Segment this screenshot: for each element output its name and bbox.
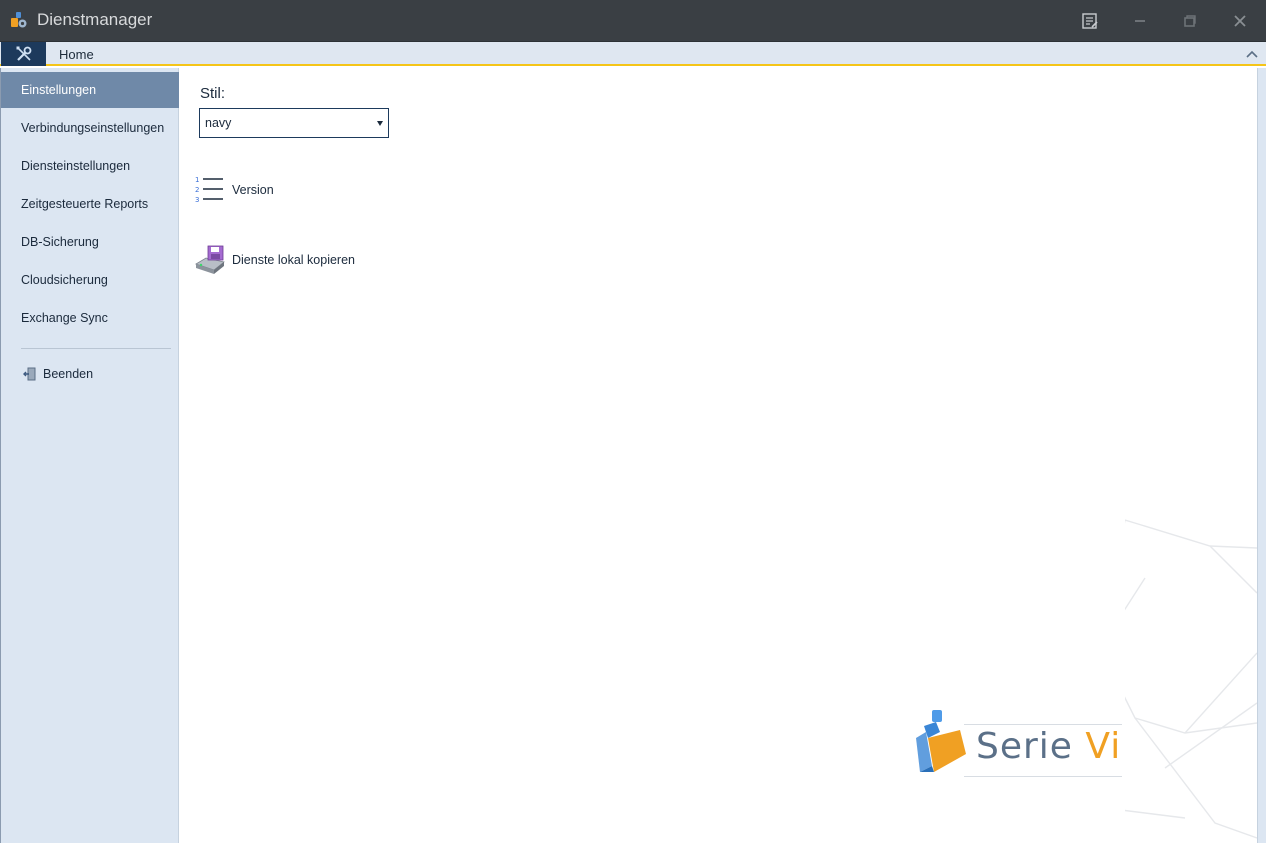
logo-rule-bottom xyxy=(964,776,1122,777)
style-dropdown[interactable]: navy xyxy=(199,108,389,138)
minimize-icon xyxy=(1135,20,1145,22)
exit-icon xyxy=(23,367,36,381)
sidebar-item-exchange-sync[interactable]: Exchange Sync xyxy=(1,300,179,336)
app-icon xyxy=(11,12,27,28)
style-label: Stil: xyxy=(200,85,226,102)
exit-label: Beenden xyxy=(43,367,94,381)
logo-rule-top xyxy=(964,724,1122,725)
tools-icon xyxy=(16,46,31,61)
sidebar-item-verbindungseinstellungen[interactable]: Verbindungseinstellungen xyxy=(1,110,179,146)
copy-services-button[interactable]: Dienste lokal kopieren xyxy=(194,244,355,276)
file-menu-button[interactable] xyxy=(1,42,46,66)
window-title: Dienstmanager xyxy=(37,10,153,29)
copy-services-label: Dienste lokal kopieren xyxy=(232,253,355,267)
logo-text: Serie Vi xyxy=(976,726,1121,767)
maximize-button[interactable] xyxy=(1179,10,1201,32)
version-label: Version xyxy=(232,183,274,197)
exit-button[interactable]: Beenden xyxy=(23,364,93,384)
title-bar: Dienstmanager xyxy=(0,0,1266,42)
sidebar-item-cloudsicherung[interactable]: Cloudsicherung xyxy=(1,262,179,298)
chevron-down-icon xyxy=(377,121,383,126)
ribbon-tab-strip: Home xyxy=(0,42,1266,66)
logo-text-accent: Vi xyxy=(1085,726,1122,767)
collapse-ribbon-icon[interactable] xyxy=(1245,48,1259,60)
version-button[interactable]: 1 2 3 Version xyxy=(194,174,274,206)
numbered-list-icon: 1 2 3 xyxy=(195,176,223,204)
sidebar-item-zeitgesteuerte-reports[interactable]: Zeitgesteuerte Reports xyxy=(1,186,179,222)
sidebar-nav: Einstellungen Verbindungseinstellungen D… xyxy=(0,68,179,843)
sidebar-divider xyxy=(21,348,171,349)
main-content: Stil: navy 1 2 3 Version Dienste lokal k… xyxy=(180,68,1257,843)
disk-copy-icon xyxy=(195,245,225,274)
sidebar-item-db-sicherung[interactable]: DB-Sicherung xyxy=(1,224,179,260)
sidebar-item-einstellungen[interactable]: Einstellungen xyxy=(1,72,179,108)
decorative-background xyxy=(1125,519,1257,839)
close-icon xyxy=(1234,15,1246,27)
notes-button[interactable] xyxy=(1079,10,1101,32)
svg-text:2: 2 xyxy=(195,186,199,194)
svg-text:3: 3 xyxy=(195,196,199,204)
tab-home[interactable]: Home xyxy=(59,47,94,62)
right-panel-edge xyxy=(1257,68,1266,843)
style-dropdown-value: navy xyxy=(205,116,232,130)
svg-text:1: 1 xyxy=(195,176,199,184)
sidebar-item-diensteinstellungen[interactable]: Diensteinstellungen xyxy=(1,148,179,184)
restore-icon xyxy=(1184,15,1196,27)
notes-icon xyxy=(1082,13,1098,29)
close-button[interactable] xyxy=(1229,10,1251,32)
logo-mark-icon xyxy=(916,710,966,772)
minimize-button[interactable] xyxy=(1129,10,1151,32)
serie-vi-logo: Serie Vi xyxy=(914,708,1124,778)
logo-text-main: Serie xyxy=(976,726,1086,767)
